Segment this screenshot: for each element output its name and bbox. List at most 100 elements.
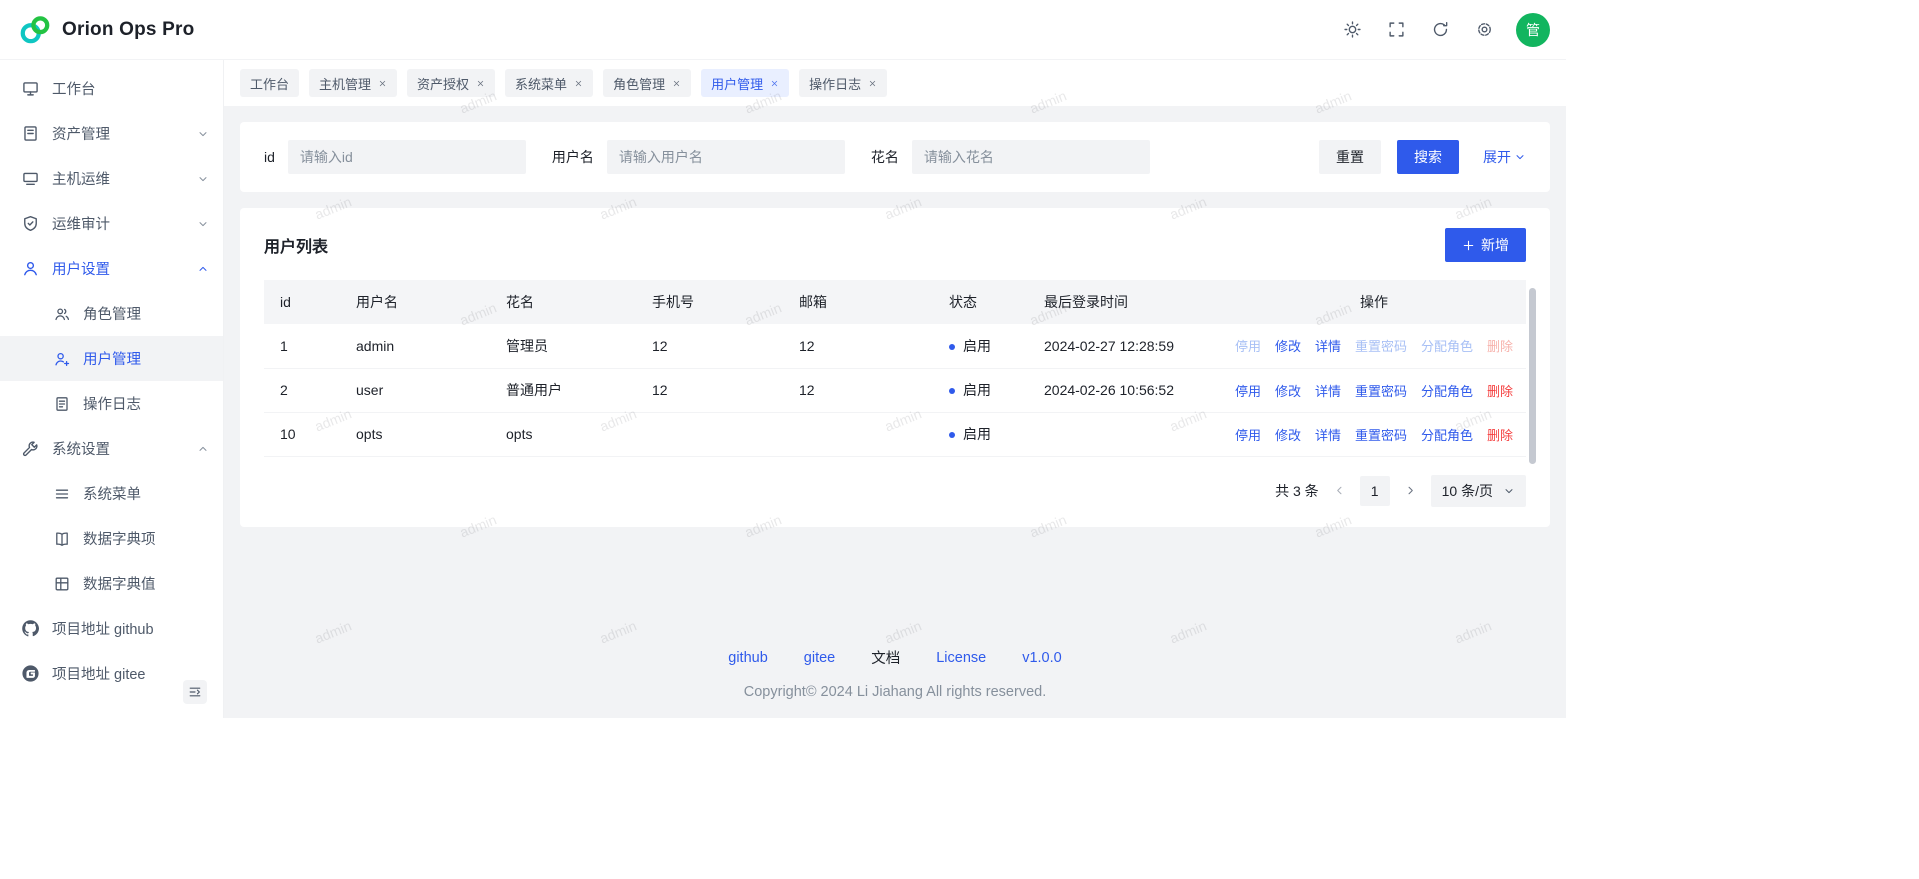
username-input[interactable]	[607, 140, 845, 174]
last-login-cell	[1032, 412, 1222, 456]
edit-link[interactable]: 修改	[1275, 384, 1301, 399]
next-page-button[interactable]	[1404, 484, 1417, 497]
sidebar-item-label: 主机运维	[52, 168, 184, 189]
roles-icon	[54, 306, 70, 322]
detail-link[interactable]: 详情	[1315, 339, 1341, 354]
tab-host-management[interactable]: 主机管理	[309, 69, 397, 97]
close-tab-icon[interactable]	[868, 79, 877, 88]
tab-system-menu[interactable]: 系统菜单	[505, 69, 593, 97]
prev-page-button[interactable]	[1333, 484, 1346, 497]
table-scrollbar[interactable]	[1529, 288, 1536, 464]
mobile-cell	[640, 412, 787, 456]
id-cell: 10	[264, 412, 344, 456]
tab-label: 操作日志	[809, 74, 861, 93]
search-fields: id用户名花名	[264, 140, 1301, 174]
footer-link-license[interactable]: License	[936, 650, 986, 666]
footer-link-gitee[interactable]: gitee	[804, 650, 835, 666]
tab-asset-authorization[interactable]: 资产授权	[407, 69, 495, 97]
sidebar-item-system-menu[interactable]: 系统菜单	[0, 471, 223, 516]
close-tab-icon[interactable]	[574, 79, 583, 88]
delete-link: 删除	[1487, 339, 1513, 354]
tool-icon	[22, 440, 39, 457]
tab-operation-log[interactable]: 操作日志	[799, 69, 887, 97]
scrollbar-thumb[interactable]	[1529, 288, 1536, 464]
plus-icon	[1462, 239, 1475, 252]
footer-link-github[interactable]: github	[728, 650, 768, 666]
assign-role-link[interactable]: 分配角色	[1421, 428, 1473, 443]
column-mobile: 手机号	[640, 280, 787, 324]
detail-link[interactable]: 详情	[1315, 384, 1341, 399]
tab-role-management[interactable]: 角色管理	[603, 69, 691, 97]
card-title: 用户列表	[264, 233, 328, 257]
delete-link[interactable]: 删除	[1487, 428, 1513, 443]
sidebar-item-workbench[interactable]: 工作台	[0, 66, 223, 111]
chevron-up-icon	[197, 263, 209, 275]
search-field-label: 花名	[871, 147, 899, 167]
sidebar-item-github[interactable]: 项目地址 github	[0, 606, 223, 651]
close-tab-icon[interactable]	[476, 79, 485, 88]
sidebar-item-user-settings[interactable]: 用户设置	[0, 246, 223, 291]
actions-cell: 停用修改详情重置密码分配角色删除	[1222, 368, 1526, 412]
tab-workbench[interactable]: 工作台	[240, 69, 299, 97]
sidebar-item-dict-value[interactable]: 数据字典值	[0, 561, 223, 606]
sidebar-item-label: 工作台	[52, 78, 209, 99]
menu-icon	[54, 486, 70, 502]
sidebar-item-host-ops[interactable]: 主机运维	[0, 156, 223, 201]
id-input[interactable]	[288, 140, 526, 174]
page-size-select[interactable]: 10 条/页	[1431, 475, 1526, 507]
sidebar-item-user-management[interactable]: 用户管理	[0, 336, 223, 381]
footer-link-version[interactable]: v1.0.0	[1022, 650, 1062, 666]
workbench-icon	[22, 80, 39, 97]
user-table: id用户名花名手机号邮箱状态最后登录时间操作 1admin管理员1212启用20…	[264, 280, 1526, 457]
mobile-cell: 12	[640, 368, 787, 412]
sidebar-item-ops-audit[interactable]: 运维审计	[0, 201, 223, 246]
theme-icon	[1344, 21, 1361, 38]
column-email: 邮箱	[787, 280, 937, 324]
close-tab-icon[interactable]	[672, 79, 681, 88]
sidebar-item-asset-management[interactable]: 资产管理	[0, 111, 223, 156]
refresh-button[interactable]	[1424, 14, 1456, 46]
disable-link[interactable]: 停用	[1235, 384, 1261, 399]
footer-link-docs[interactable]: 文档	[871, 647, 900, 668]
assign-role-link: 分配角色	[1421, 339, 1473, 354]
tab-label: 资产授权	[417, 74, 469, 93]
edit-link[interactable]: 修改	[1275, 428, 1301, 443]
settings-gear-button[interactable]	[1468, 14, 1500, 46]
pagination-total: 共 3 条	[1275, 481, 1319, 501]
page-size-value: 10 条/页	[1442, 481, 1493, 501]
last-login-cell: 2024-02-26 10:56:52	[1032, 368, 1222, 412]
sidebar-collapse-button[interactable]	[183, 680, 207, 704]
sidebar-item-dict-item[interactable]: 数据字典项	[0, 516, 223, 561]
tab-user-management[interactable]: 用户管理	[701, 69, 789, 97]
page-number[interactable]: 1	[1360, 476, 1390, 506]
reset-button[interactable]: 重置	[1319, 140, 1381, 174]
disable-link[interactable]: 停用	[1235, 428, 1261, 443]
delete-link[interactable]: 删除	[1487, 384, 1513, 399]
fullscreen-button[interactable]	[1380, 14, 1412, 46]
search-button[interactable]: 搜索	[1397, 140, 1459, 174]
nickname-input[interactable]	[912, 140, 1150, 174]
status-dot-icon	[949, 388, 955, 394]
add-user-button[interactable]: 新增	[1445, 228, 1526, 262]
sidebar-menu: 工作台资产管理主机运维运维审计用户设置角色管理用户管理操作日志系统设置系统菜单数…	[0, 66, 223, 696]
edit-link[interactable]: 修改	[1275, 339, 1301, 354]
detail-link[interactable]: 详情	[1315, 428, 1341, 443]
search-actions: 重置 搜索 展开	[1319, 140, 1526, 174]
sidebar-item-system-settings[interactable]: 系统设置	[0, 426, 223, 471]
search-field-id: id	[264, 140, 526, 174]
app-logo-icon	[18, 13, 52, 47]
sidebar-item-operation-log[interactable]: 操作日志	[0, 381, 223, 426]
user-avatar[interactable]: 管	[1516, 13, 1550, 47]
expand-toggle[interactable]: 展开	[1483, 147, 1526, 167]
reset-password-link[interactable]: 重置密码	[1355, 384, 1407, 399]
theme-button[interactable]	[1336, 14, 1368, 46]
sidebar-item-role-management[interactable]: 角色管理	[0, 291, 223, 336]
close-tab-icon[interactable]	[770, 79, 779, 88]
sidebar-item-label: 系统菜单	[83, 483, 141, 504]
reset-password-link[interactable]: 重置密码	[1355, 428, 1407, 443]
close-tab-icon[interactable]	[378, 79, 387, 88]
sidebar-item-label: 数据字典值	[83, 573, 156, 594]
assign-role-link[interactable]: 分配角色	[1421, 384, 1473, 399]
chevron-down-icon	[197, 173, 209, 185]
table-header-row: id用户名花名手机号邮箱状态最后登录时间操作	[264, 280, 1526, 324]
